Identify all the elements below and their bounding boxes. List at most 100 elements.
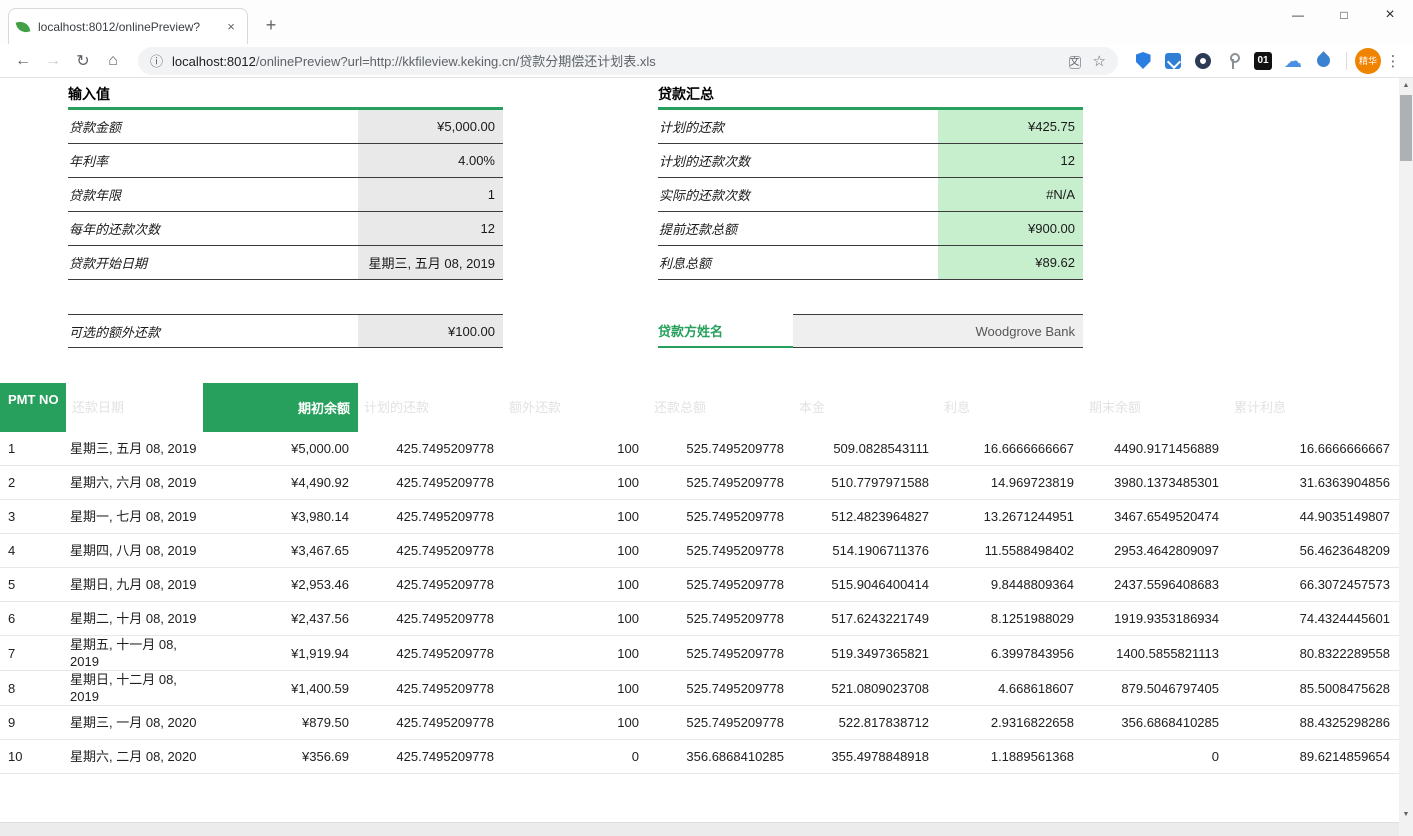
back-icon[interactable]: ← [8, 52, 38, 70]
translate-icon[interactable]: 文 [1069, 52, 1081, 70]
input-row: 贷款金额 ¥5,000.00 [68, 110, 503, 144]
input-values-section: 输入值 贷款金额 ¥5,000.00 年利率 4.00% 贷款年限 [68, 84, 503, 348]
cell-total-payment: 525.7495209778 [648, 715, 793, 730]
summary-value-cell: ¥89.62 [938, 246, 1083, 279]
cell-pmt-no: 7 [0, 646, 66, 661]
header-payment-date: 还款日期 [66, 383, 203, 432]
header-principal: 本金 [793, 383, 938, 432]
site-info-icon[interactable]: ⓘ [150, 51, 163, 70]
input-label: 贷款金额 [68, 110, 358, 143]
cell-interest: 11.5588498402 [938, 543, 1083, 558]
anchor-extension-icon[interactable] [1218, 47, 1248, 75]
cell-interest: 13.2671244951 [938, 509, 1083, 524]
cell-cumulative-interest: 16.6666666667 [1228, 441, 1399, 456]
tab-close-icon[interactable]: × [223, 19, 239, 34]
vertical-scrollbar[interactable]: ▲ ▼ [1399, 78, 1413, 822]
proxy-ring-icon[interactable] [1188, 47, 1218, 75]
cell-end-balance: 3980.1373485301 [1083, 475, 1228, 490]
cell-begin-balance: ¥1,400.59 [203, 681, 358, 696]
cell-total-payment: 525.7495209778 [648, 611, 793, 626]
lender-name-label: 贷款方姓名 [658, 314, 793, 348]
cell-interest: 14.969723819 [938, 475, 1083, 490]
cell-end-balance: 2437.5596408683 [1083, 577, 1228, 592]
cell-total-payment: 525.7495209778 [648, 475, 793, 490]
summary-value-cell: 12 [938, 144, 1083, 177]
cell-payment-date: 星期二, 十月 08, 2019 [66, 610, 203, 627]
cell-payment-date: 星期三, 五月 08, 2019 [66, 440, 203, 457]
scroll-down-icon[interactable]: ▼ [1399, 807, 1413, 822]
input-value-cell: 1 [358, 178, 503, 211]
maximize-button[interactable]: □ [1321, 0, 1367, 30]
summary-label: 利息总额 [658, 246, 938, 279]
table-body: 1 星期三, 五月 08, 2019 ¥5,000.00 425.7495209… [0, 432, 1399, 774]
header-scheduled-payment: 计划的还款 [358, 383, 503, 432]
summary-section-title: 贷款汇总 [658, 84, 1083, 104]
scroll-up-icon[interactable]: ▲ [1399, 78, 1413, 93]
input-row: 贷款开始日期 星期三, 五月 08, 2019 [68, 246, 503, 280]
onetab-extension-icon[interactable]: 01 [1248, 47, 1278, 75]
url-text[interactable]: localhost:8012/onlinePreview?url=http://… [172, 51, 1057, 70]
summary-row: 利息总额 ¥89.62 [658, 246, 1083, 280]
new-tab-button[interactable]: + [258, 13, 284, 39]
browser-toolbar: ← → ↻ ⌂ ⓘ localhost:8012/onlinePreview?u… [0, 44, 1413, 78]
lender-name-value-cell: Woodgrove Bank [793, 314, 1083, 348]
input-section-title: 输入值 [68, 84, 503, 104]
horizontal-scrollbar[interactable] [0, 822, 1399, 836]
cell-end-balance: 4490.9171456889 [1083, 441, 1228, 456]
cloud-extension-icon[interactable]: ☁ [1278, 47, 1308, 75]
cell-payment-date: 星期三, 一月 08, 2020 [66, 714, 203, 731]
cell-total-payment: 525.7495209778 [648, 543, 793, 558]
minimize-button[interactable]: — [1275, 0, 1321, 30]
cell-cumulative-interest: 31.6363904856 [1228, 475, 1399, 490]
address-bar[interactable]: ⓘ localhost:8012/onlinePreview?url=http:… [138, 47, 1118, 75]
header-interest: 利息 [938, 383, 1083, 432]
cell-scheduled-payment: 425.7495209778 [358, 441, 503, 456]
bird-extension-icon[interactable] [1308, 47, 1338, 75]
cell-interest: 1.1889561368 [938, 749, 1083, 764]
vertical-scroll-thumb[interactable] [1400, 95, 1412, 161]
cell-begin-balance: ¥4,490.92 [203, 475, 358, 490]
blank-row [68, 280, 503, 314]
table-row: 9 星期三, 一月 08, 2020 ¥879.50 425.749520977… [0, 706, 1399, 740]
browser-menu-icon[interactable]: ⋮ [1381, 52, 1405, 70]
cell-end-balance: 3467.6549520474 [1083, 509, 1228, 524]
cell-total-payment: 525.7495209778 [648, 509, 793, 524]
shield-extension-icon[interactable] [1128, 47, 1158, 75]
cell-principal: 510.7797971588 [793, 475, 938, 490]
cell-scheduled-payment: 425.7495209778 [358, 611, 503, 626]
browser-window: localhost:8012/onlinePreview? × + — □ × … [0, 0, 1413, 836]
forward-icon[interactable]: → [38, 52, 68, 70]
translate-extension-icon[interactable] [1158, 47, 1188, 75]
cell-interest: 9.8448809364 [938, 577, 1083, 592]
cell-total-payment: 525.7495209778 [648, 577, 793, 592]
cell-extra-payment: 100 [503, 715, 648, 730]
cell-cumulative-interest: 89.6214859654 [1228, 749, 1399, 764]
close-button[interactable]: × [1367, 0, 1413, 30]
cell-begin-balance: ¥2,953.46 [203, 577, 358, 592]
cell-payment-date: 星期六, 二月 08, 2020 [66, 748, 203, 765]
cell-end-balance: 1400.5855821113 [1083, 646, 1228, 661]
bookmark-star-icon[interactable]: ☆ [1093, 52, 1106, 70]
reload-icon[interactable]: ↻ [68, 51, 98, 71]
tab-title: localhost:8012/onlinePreview? [38, 20, 223, 34]
cell-cumulative-interest: 44.9035149807 [1228, 509, 1399, 524]
cell-principal: 509.0828543111 [793, 441, 938, 456]
input-row: 贷款年限 1 [68, 178, 503, 212]
cell-pmt-no: 3 [0, 509, 66, 524]
cell-scheduled-payment: 425.7495209778 [358, 681, 503, 696]
cell-scheduled-payment: 425.7495209778 [358, 646, 503, 661]
file-preview-content: 输入值 贷款金额 ¥5,000.00 年利率 4.00% 贷款年限 [0, 78, 1399, 822]
cell-end-balance: 2953.4642809097 [1083, 543, 1228, 558]
lender-row: 贷款方姓名 Woodgrove Bank [658, 314, 1083, 348]
cell-principal: 514.1906711376 [793, 543, 938, 558]
cell-payment-date: 星期日, 九月 08, 2019 [66, 576, 203, 593]
cell-extra-payment: 0 [503, 749, 648, 764]
home-icon[interactable]: ⌂ [98, 52, 128, 70]
summary-row: 计划的还款次数 12 [658, 144, 1083, 178]
profile-avatar[interactable]: 精华 [1355, 48, 1381, 74]
table-row: 10 星期六, 二月 08, 2020 ¥356.69 425.74952097… [0, 740, 1399, 774]
browser-tab[interactable]: localhost:8012/onlinePreview? × [8, 8, 248, 44]
cell-extra-payment: 100 [503, 646, 648, 661]
cell-principal: 355.4978848918 [793, 749, 938, 764]
kkfileview-leaf-icon [16, 19, 31, 34]
